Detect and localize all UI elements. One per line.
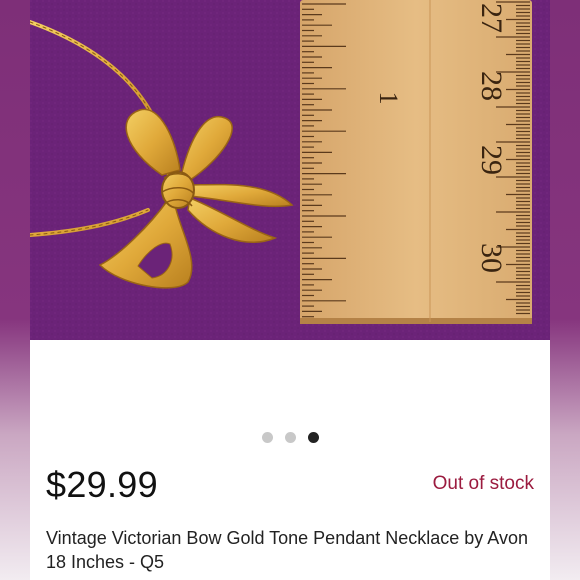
carousel-dot-1[interactable] <box>261 432 273 443</box>
ruler-label-cm-28: 28 <box>475 71 508 101</box>
ruler-label-cm-27: 27 <box>475 3 508 33</box>
carousel-dot-2[interactable] <box>284 432 296 443</box>
ruler-label-cm-29: 29 <box>475 145 508 175</box>
ruler: 1 27 28 29 30 <box>300 0 532 324</box>
photo-illustration: 1 27 28 29 30 <box>30 0 550 340</box>
listing-card: 1 27 28 29 30 $29.99 Out of stock Vintag… <box>30 0 550 580</box>
carousel-dot-3[interactable] <box>307 432 319 443</box>
ruler-label-cm-30: 30 <box>475 243 508 273</box>
product-photo[interactable]: 1 27 28 29 30 <box>30 0 550 340</box>
carousel-dots <box>30 432 550 444</box>
price: $29.99 <box>46 464 158 505</box>
listing-title: Vintage Victorian Bow Gold Tone Pendant … <box>46 528 528 572</box>
stock-status: Out of stock <box>432 473 534 494</box>
ruler-label-inch-1: 1 <box>374 92 403 105</box>
